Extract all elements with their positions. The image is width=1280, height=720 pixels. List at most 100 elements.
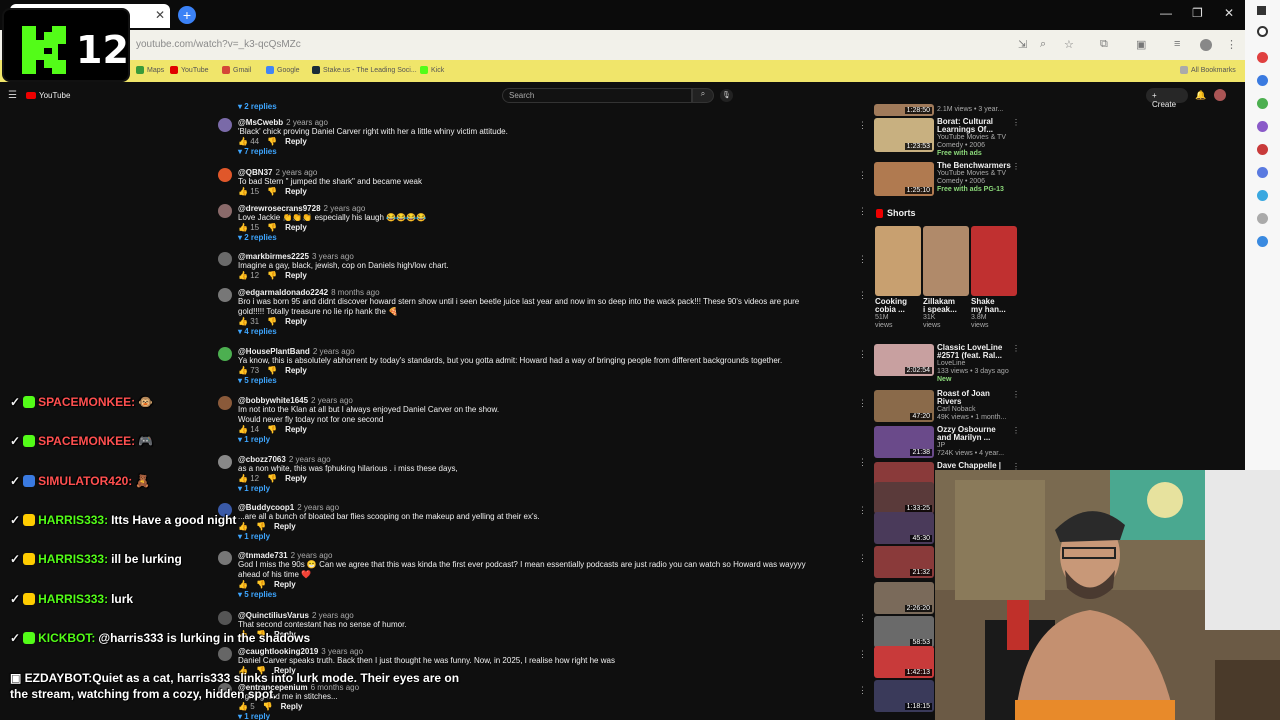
- video-title[interactable]: Roast of Joan: [937, 390, 1015, 398]
- new-tab-button[interactable]: +: [178, 6, 196, 24]
- channel-name[interactable]: LoveLine: [937, 360, 965, 368]
- video-thumbnail[interactable]: 45:30: [874, 512, 934, 544]
- short-thumbnail[interactable]: [875, 226, 921, 296]
- commenter-avatar[interactable]: [218, 347, 232, 361]
- commenter-avatar[interactable]: [218, 168, 232, 182]
- bookmark-gmail[interactable]: Gmail: [222, 66, 251, 74]
- related-video[interactable]: 1:25:10 The Benchwarmers YouTube Movies & …: [874, 162, 1024, 202]
- short-title-line2[interactable]: my han...: [971, 306, 1017, 314]
- video-thumbnail[interactable]: 2:26:20: [874, 582, 934, 614]
- create-button[interactable]: + Create: [1146, 88, 1188, 109]
- sidepanel-app-icon[interactable]: [1257, 167, 1268, 178]
- video-title-line2[interactable]: Learnings Of...: [937, 126, 1015, 134]
- video-thumbnail[interactable]: 47:20: [874, 390, 934, 422]
- video-thumbnail[interactable]: 1:33:25: [874, 482, 934, 514]
- short-item[interactable]: Cooking cobia ... 51M views: [875, 226, 921, 330]
- sidepanel-app-icon[interactable]: [1257, 121, 1268, 132]
- channel-name[interactable]: JP: [937, 442, 945, 450]
- youtube-logo[interactable]: YouTube: [26, 91, 70, 100]
- video-title-line2[interactable]: #2571 (feat. Ral...: [937, 352, 1015, 360]
- video-title[interactable]: Dave Chappelle |: [937, 462, 1015, 470]
- related-video[interactable]: 47:20 Roast of Joan Rivers Carl Noback 49K v…: [874, 390, 1024, 430]
- notifications-bell-icon[interactable]: 🔔: [1195, 90, 1206, 101]
- sidepanel-app-icon[interactable]: [1257, 75, 1268, 86]
- channel-name[interactable]: YouTube Movies & TV: [937, 134, 1006, 142]
- commenter-handle[interactable]: @QBN37: [238, 168, 272, 177]
- comment-time[interactable]: 8 months ago: [331, 288, 379, 297]
- comment-time[interactable]: 2 years ago: [275, 168, 317, 177]
- chat-username[interactable]: EZDAYBOT:: [25, 671, 93, 685]
- view-replies-button[interactable]: ▾ 7 replies: [238, 147, 277, 156]
- comment-time[interactable]: 2 years ago: [286, 118, 328, 127]
- related-video-partial[interactable]: 1:28:50 2.1M views • 3 year...: [874, 104, 1024, 116]
- comment-more-icon[interactable]: ⋮: [858, 553, 867, 564]
- comment-more-icon[interactable]: ⋮: [858, 120, 867, 131]
- zoom-icon[interactable]: ⌕: [1040, 38, 1046, 51]
- comment-time[interactable]: 2 years ago: [313, 347, 355, 356]
- like-button[interactable]: 👍 73: [238, 366, 259, 375]
- reply-button[interactable]: Reply: [285, 137, 307, 146]
- thumbs-down-icon[interactable]: 👎: [267, 137, 277, 146]
- url-field[interactable]: youtube.com/watch?v=_k3-qcQsMZc: [136, 39, 301, 50]
- video-thumbnail[interactable]: 1:18:15: [874, 680, 934, 712]
- video-thumbnail[interactable]: 2:02:54: [874, 344, 934, 376]
- channel-name[interactable]: Carl Noback: [937, 406, 976, 414]
- short-thumbnail[interactable]: [923, 226, 969, 296]
- video-thumbnail[interactable]: 1:42:13: [874, 646, 934, 678]
- profile-avatar[interactable]: [1200, 39, 1212, 51]
- thumbs-down-icon[interactable]: 👎: [267, 317, 277, 326]
- short-title-line2[interactable]: i speak...: [923, 306, 969, 314]
- sidepanel-app-icon[interactable]: [1257, 98, 1268, 109]
- commenter-avatar[interactable]: [218, 252, 232, 266]
- commenter-handle[interactable]: @markbirmes2225: [238, 252, 309, 261]
- video-thumbnail[interactable]: 21:32: [874, 546, 934, 578]
- sidepanel-app-icon[interactable]: [1257, 52, 1268, 63]
- windows-icon[interactable]: [1257, 6, 1266, 15]
- video-title-line2[interactable]: Rivers: [937, 398, 1015, 406]
- reply-button[interactable]: Reply: [285, 366, 307, 375]
- related-video[interactable]: 1:23:53 Borat: Cultural Learnings Of... You…: [874, 118, 1024, 158]
- channel-name[interactable]: YouTube Movies & TV: [937, 170, 1006, 178]
- thumbs-down-icon[interactable]: 👎: [267, 366, 277, 375]
- reply-button[interactable]: Reply: [285, 317, 307, 326]
- view-replies-button[interactable]: ▾ 2 replies: [238, 102, 277, 111]
- chat-username[interactable]: SPACEMONKEE:: [38, 395, 135, 409]
- minimize-button[interactable]: —: [1160, 6, 1172, 20]
- video-thumbnail[interactable]: 1:25:10: [874, 162, 934, 196]
- sidepanel-app-icon[interactable]: [1257, 213, 1268, 224]
- bookmark-star-icon[interactable]: ☆: [1064, 38, 1074, 51]
- like-button[interactable]: 👍 12: [238, 271, 259, 280]
- reply-button[interactable]: Reply: [285, 223, 307, 232]
- thumbs-down-icon[interactable]: 👎: [267, 271, 277, 280]
- short-title-line2[interactable]: cobia ...: [875, 306, 921, 314]
- comment-more-icon[interactable]: ⋮: [858, 206, 867, 217]
- sidepanel-app-icon[interactable]: [1257, 144, 1268, 155]
- video-thumbnail[interactable]: 21:38: [874, 426, 934, 458]
- tab-close-icon[interactable]: ✕: [155, 8, 165, 22]
- chat-username[interactable]: KICKBOT:: [38, 631, 95, 645]
- commenter-handle[interactable]: @drewrosecrans9728: [238, 204, 321, 213]
- like-button[interactable]: 👍 44: [238, 137, 259, 146]
- commenter-avatar[interactable]: [218, 118, 232, 132]
- video-title[interactable]: Classic LoveLine: [937, 344, 1015, 352]
- tab-search-icon[interactable]: ≡: [1174, 38, 1180, 50]
- video-title-line2[interactable]: and Marilyn ...: [937, 434, 1015, 442]
- related-video[interactable]: 2:02:54 Classic LoveLine #2571 (feat. Ral.…: [874, 344, 1024, 384]
- chat-username[interactable]: SPACEMONKEE:: [38, 434, 135, 448]
- commenter-handle[interactable]: @MsCwebb: [238, 118, 283, 127]
- like-button[interactable]: 👍 31: [238, 317, 259, 326]
- browser-menu-icon[interactable]: ⋮: [1226, 38, 1237, 51]
- video-title[interactable]: Borat: Cultural: [937, 118, 1015, 126]
- maximize-button[interactable]: ❐: [1192, 6, 1203, 20]
- video-more-icon[interactable]: ⋮: [1012, 426, 1020, 435]
- chat-username[interactable]: HARRIS333:: [38, 513, 108, 527]
- comment-more-icon[interactable]: ⋮: [858, 685, 867, 696]
- bookmark-google[interactable]: Google: [266, 66, 300, 74]
- commenter-handle[interactable]: @HousePlantBand: [238, 347, 310, 356]
- comment-more-icon[interactable]: ⋮: [858, 349, 867, 360]
- video-thumbnail[interactable]: 58:53: [874, 616, 934, 648]
- comment-more-icon[interactable]: ⋮: [858, 505, 867, 516]
- short-thumbnail[interactable]: [971, 226, 1017, 296]
- commenter-avatar[interactable]: [218, 204, 232, 218]
- install-icon[interactable]: ⇲: [1018, 38, 1027, 51]
